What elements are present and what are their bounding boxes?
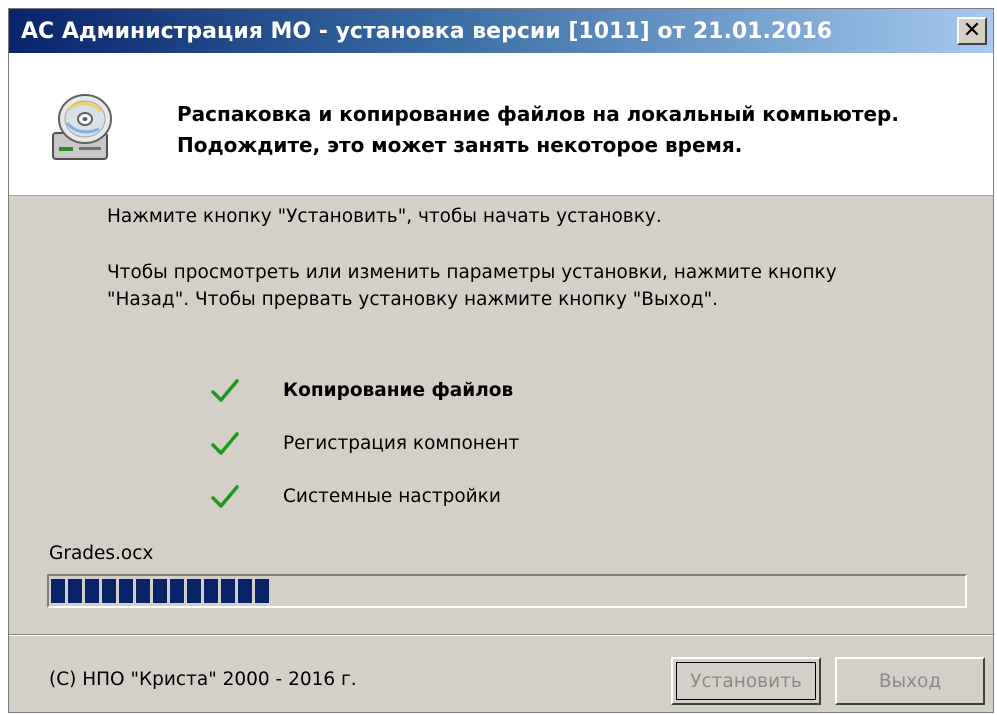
checkmark-icon [211,484,239,508]
step-copy-files: Копирование файлов [209,364,519,417]
step-label: Регистрация компонент [283,433,520,454]
install-button[interactable]: Установить [671,657,821,705]
progress-block [102,579,116,603]
progress-block [187,579,201,603]
step-list: Копирование файлов Регистрация компонент… [209,364,519,523]
footer-separator [9,634,993,636]
checkmark-icon [211,378,239,402]
progress-fill [51,579,963,603]
progress-block [221,579,235,603]
progress-block [85,579,99,603]
window-title: АС Администрация МО - установка версии [… [21,18,833,44]
instruction-options: Чтобы просмотреть или изменить параметры… [107,259,907,313]
progress-block [68,579,82,603]
checkmark-icon [211,431,239,455]
header-line-2: Подождите, это может занять некоторое вр… [177,133,743,157]
instruction-install: Нажмите кнопку "Установить", чтобы начат… [107,206,662,227]
copyright-text: (С) НПО "Криста" 2000 - 2016 г. [49,669,357,690]
progress-block [204,579,218,603]
close-icon: ✕ [962,18,982,43]
progress-block [238,579,252,603]
title-bar[interactable]: АС Администрация МО - установка версии [… [9,9,993,53]
progress-block [170,579,184,603]
current-file-label: Grades.ocx [49,543,154,564]
header-band: Распаковка и копирование файлов на локал… [9,53,993,196]
cd-drive-icon [52,94,112,160]
instruction-options-line-2: "Назад". Чтобы прервать установку нажмит… [107,289,719,310]
progress-block [119,579,133,603]
header-message: Распаковка и копирование файлов на локал… [177,99,899,161]
progress-block [136,579,150,603]
progress-block [51,579,65,603]
step-label: Системные настройки [283,486,501,507]
close-button[interactable]: ✕ [957,17,987,45]
progress-bar [47,574,967,608]
instruction-options-line-1: Чтобы просмотреть или изменить параметры… [107,262,837,283]
step-label: Копирование файлов [283,380,514,401]
installer-window: АС Администрация МО - установка версии [… [8,8,994,713]
progress-block [255,579,269,603]
exit-button[interactable]: Выход [835,657,985,705]
step-system-settings: Системные настройки [209,470,519,523]
header-line-1: Распаковка и копирование файлов на локал… [177,102,899,126]
step-register-components: Регистрация компонент [209,417,519,470]
progress-block [153,579,167,603]
